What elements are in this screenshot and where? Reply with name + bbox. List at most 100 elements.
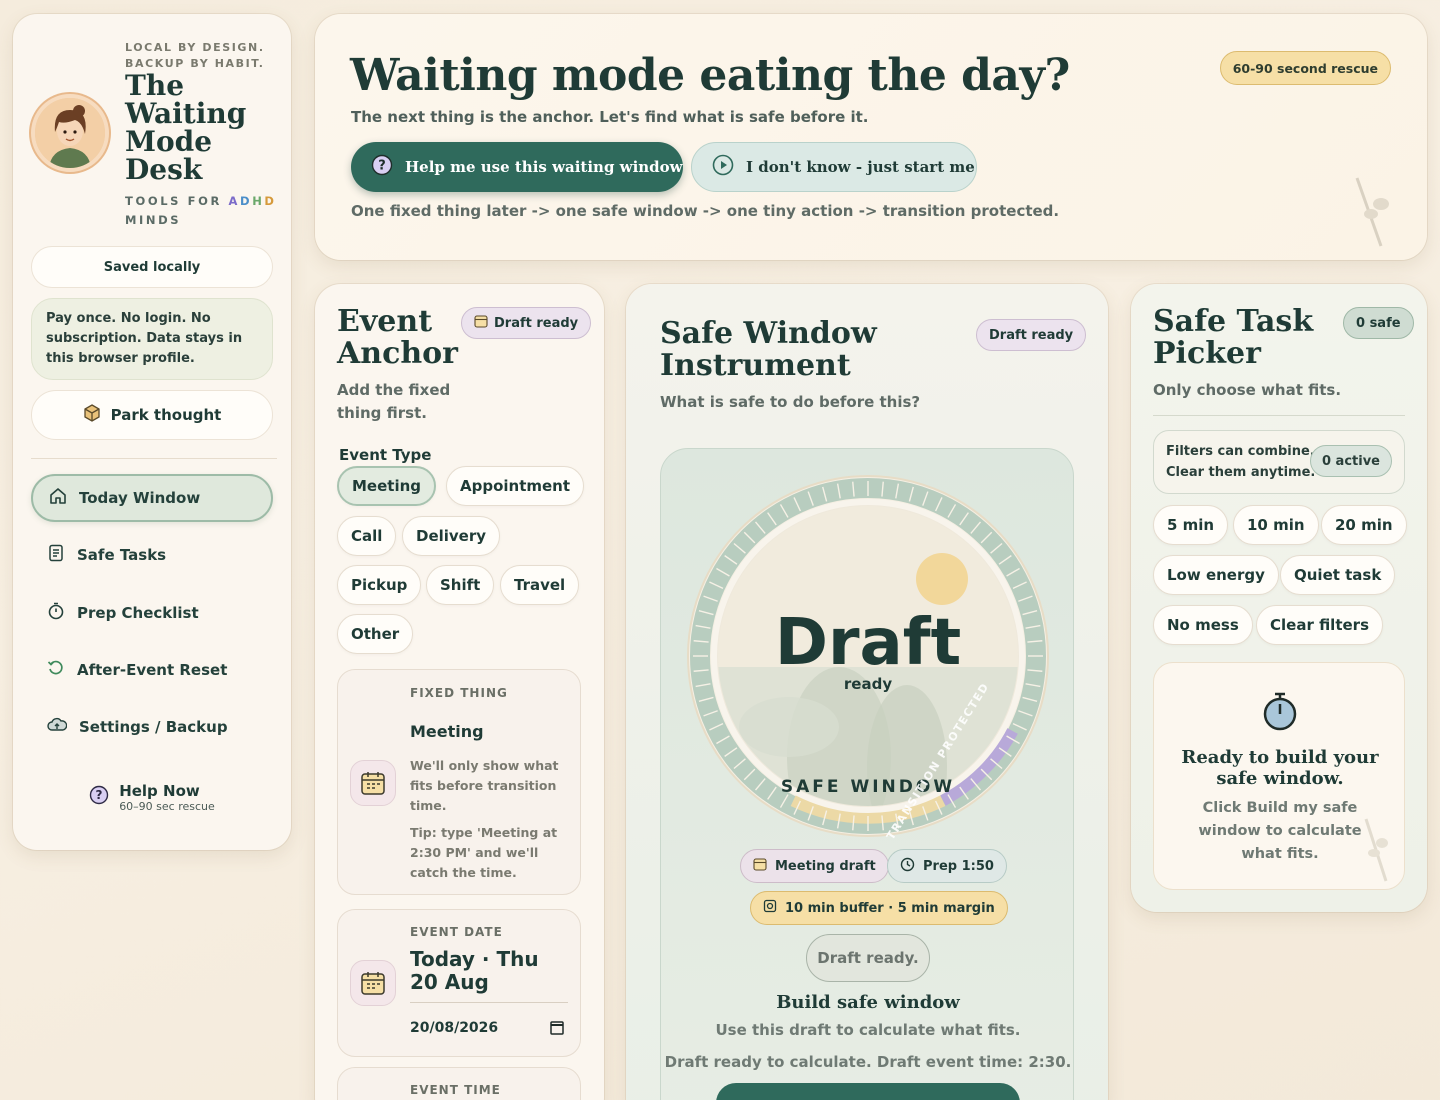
event-type-label: Event Type [339, 446, 432, 464]
cloud-icon [47, 717, 68, 737]
filter-10-min[interactable]: 10 min [1233, 505, 1319, 545]
calculation-status: Draft ready to calculate. Draft event ti… [664, 1053, 1072, 1071]
list-icon [47, 544, 65, 566]
sidebar-divider [31, 458, 277, 459]
ready-text: Click Build my safe window to calculate … [1198, 800, 1362, 862]
event-type-travel[interactable]: Travel [500, 565, 580, 605]
fixed-thing-value[interactable]: Meeting [410, 722, 484, 741]
just-start-button[interactable]: I don't know - just start me [691, 142, 977, 192]
event-time-label: EVENT TIME [410, 1083, 501, 1097]
hero-panel: Waiting mode eating the day? The next th… [315, 14, 1427, 260]
event-date-input[interactable]: 20/08/2026 [410, 1020, 498, 1036]
event-anchor-card: Event Anchor Draft ready Add the fixed t… [315, 284, 604, 1100]
question-icon: ? [371, 154, 393, 180]
draft-ready-button[interactable]: Draft ready. [806, 934, 930, 982]
safe-task-picker-card: Safe Task Picker 0 safe Only choose what… [1131, 284, 1427, 912]
dial-panel: Draft ready SAFE WINDOW TRANSITION PROTE… [660, 448, 1074, 1100]
event-type-other[interactable]: Other [337, 614, 414, 654]
park-thought-button[interactable]: Park thought [31, 390, 273, 440]
leaf-decoration-icon [1355, 177, 1389, 247]
just-start-label: I don't know - just start me [746, 158, 975, 176]
event-date-display: Today · Thu 20 Aug [410, 947, 539, 994]
event-type-appointment[interactable]: Appointment [446, 466, 585, 506]
build-window-title: Build safe window [776, 992, 960, 1013]
fixed-thing-help: We'll only show what fits before transit… [410, 758, 559, 813]
brand-subtitle: TOOLS FOR ADHD MINDS [125, 194, 277, 227]
ready-message-box: Ready to build your safe window. Click B… [1153, 662, 1405, 890]
hero-title: Waiting mode eating the day? [350, 50, 1070, 101]
buffer-badge: 10 min buffer · 5 min margin [750, 891, 1008, 925]
filter-20-min[interactable]: 20 min [1321, 505, 1407, 545]
sidebar-item-label: After-Event Reset [77, 661, 228, 679]
fixed-thing-label: FIXED THING [410, 686, 508, 700]
event-date-label: EVENT DATE [410, 925, 503, 939]
clear-filters-button[interactable]: Clear filters [1256, 605, 1383, 645]
build-safe-window-button[interactable] [716, 1083, 1020, 1100]
event-type-meeting[interactable]: Meeting [337, 466, 437, 506]
calendar-picker-icon[interactable] [550, 1020, 564, 1039]
filter-no-mess[interactable]: No mess [1153, 605, 1253, 645]
avatar [31, 94, 109, 172]
event-anchor-title: Event Anchor [337, 304, 458, 371]
svg-text:?: ? [378, 159, 386, 174]
safe-task-picker-title: Safe Task Picker [1153, 304, 1314, 371]
draft-ready-badge: Draft ready [976, 319, 1087, 351]
play-icon [712, 154, 734, 180]
event-type-delivery[interactable]: Delivery [402, 516, 501, 556]
filter-low-energy[interactable]: Low energy [1153, 555, 1279, 595]
dial-big-text: Draft [775, 606, 961, 680]
event-type-shift[interactable]: Shift [426, 565, 495, 605]
home-icon [49, 487, 67, 509]
saved-status: Saved locally [31, 246, 273, 288]
draft-ready-badge: Draft ready [461, 307, 592, 339]
stopwatch-icon [47, 602, 65, 624]
fixed-thing-field[interactable]: FIXED THING Meeting We'll only show what… [337, 669, 581, 895]
filter-5-min[interactable]: 5 min [1153, 505, 1229, 545]
sidebar-item-today-window[interactable]: Today Window [31, 474, 273, 522]
park-thought-label: Park thought [110, 406, 222, 424]
help-now-button[interactable]: ? Help Now 60–90 sec rescue [31, 766, 273, 828]
safe-window-dial: Draft ready SAFE WINDOW TRANSITION PROTE… [687, 475, 1049, 842]
calendar-icon [753, 857, 767, 875]
help-window-button[interactable]: ? Help me use this waiting window [351, 142, 683, 192]
safe-window-subtitle: What is safe to do before this? [660, 393, 921, 411]
ready-title: Ready to build your safe window. [1181, 747, 1379, 789]
sidebar-item-after-event-reset[interactable]: After-Event Reset [31, 646, 273, 694]
event-time-field[interactable]: EVENT TIME [337, 1067, 581, 1100]
safe-window-title: Safe Window Instrument [660, 316, 877, 383]
fixed-thing-tip: Tip: type 'Meeting at 2:30 PM' and we'll… [410, 825, 558, 880]
event-type-pickup[interactable]: Pickup [337, 565, 422, 605]
safe-count-badge: 0 safe [1343, 307, 1414, 339]
sidebar-item-safe-tasks[interactable]: Safe Tasks [31, 531, 273, 579]
sidebar-item-label: Safe Tasks [77, 546, 167, 564]
picker-divider [1153, 415, 1405, 416]
timer-icon [763, 899, 777, 917]
build-window-subtitle: Use this draft to calculate what fits. [715, 1021, 1021, 1039]
hero-subtitle: The next thing is the anchor. Let's find… [351, 108, 869, 126]
help-now-title: Help Now [119, 781, 200, 800]
brand-title: The Waiting Mode Desk [125, 69, 247, 186]
question-icon: ? [89, 785, 109, 809]
active-filters-badge: 0 active [1309, 445, 1392, 477]
sidebar-item-label: Today Window [79, 489, 201, 507]
calendar-icon [474, 314, 488, 332]
brand-tagline: LOCAL BY DESIGN. BACKUP BY HABIT. [125, 41, 265, 70]
filters-note: Filters can combine. Clear them anytime.… [1153, 430, 1405, 494]
help-now-subtitle: 60–90 sec rescue [119, 799, 215, 813]
dial-small-text: ready [844, 675, 892, 693]
clock-icon [900, 857, 915, 876]
prep-time-badge: Prep 1:50 [887, 849, 1007, 883]
sidebar-item-settings-backup[interactable]: Settings / Backup [31, 703, 273, 751]
event-date-field[interactable]: EVENT DATE Today · Thu 20 Aug 20/08/2026 [337, 909, 581, 1057]
safe-window-card: Safe Window Instrument Draft ready What … [626, 284, 1108, 1100]
calendar-icon [350, 760, 396, 806]
stopwatch-icon [1260, 689, 1300, 737]
filter-quiet-task[interactable]: Quiet task [1280, 555, 1396, 595]
event-anchor-subtitle: Add the fixed thing first. [337, 381, 451, 422]
reset-icon [47, 659, 65, 681]
sidebar-item-label: Settings / Backup [79, 718, 228, 736]
safe-task-picker-subtitle: Only choose what fits. [1153, 381, 1342, 399]
sidebar-item-prep-checklist[interactable]: Prep Checklist [31, 589, 273, 637]
privacy-note: Pay once. No login. No subscription. Dat… [31, 298, 273, 380]
event-type-call[interactable]: Call [337, 516, 397, 556]
